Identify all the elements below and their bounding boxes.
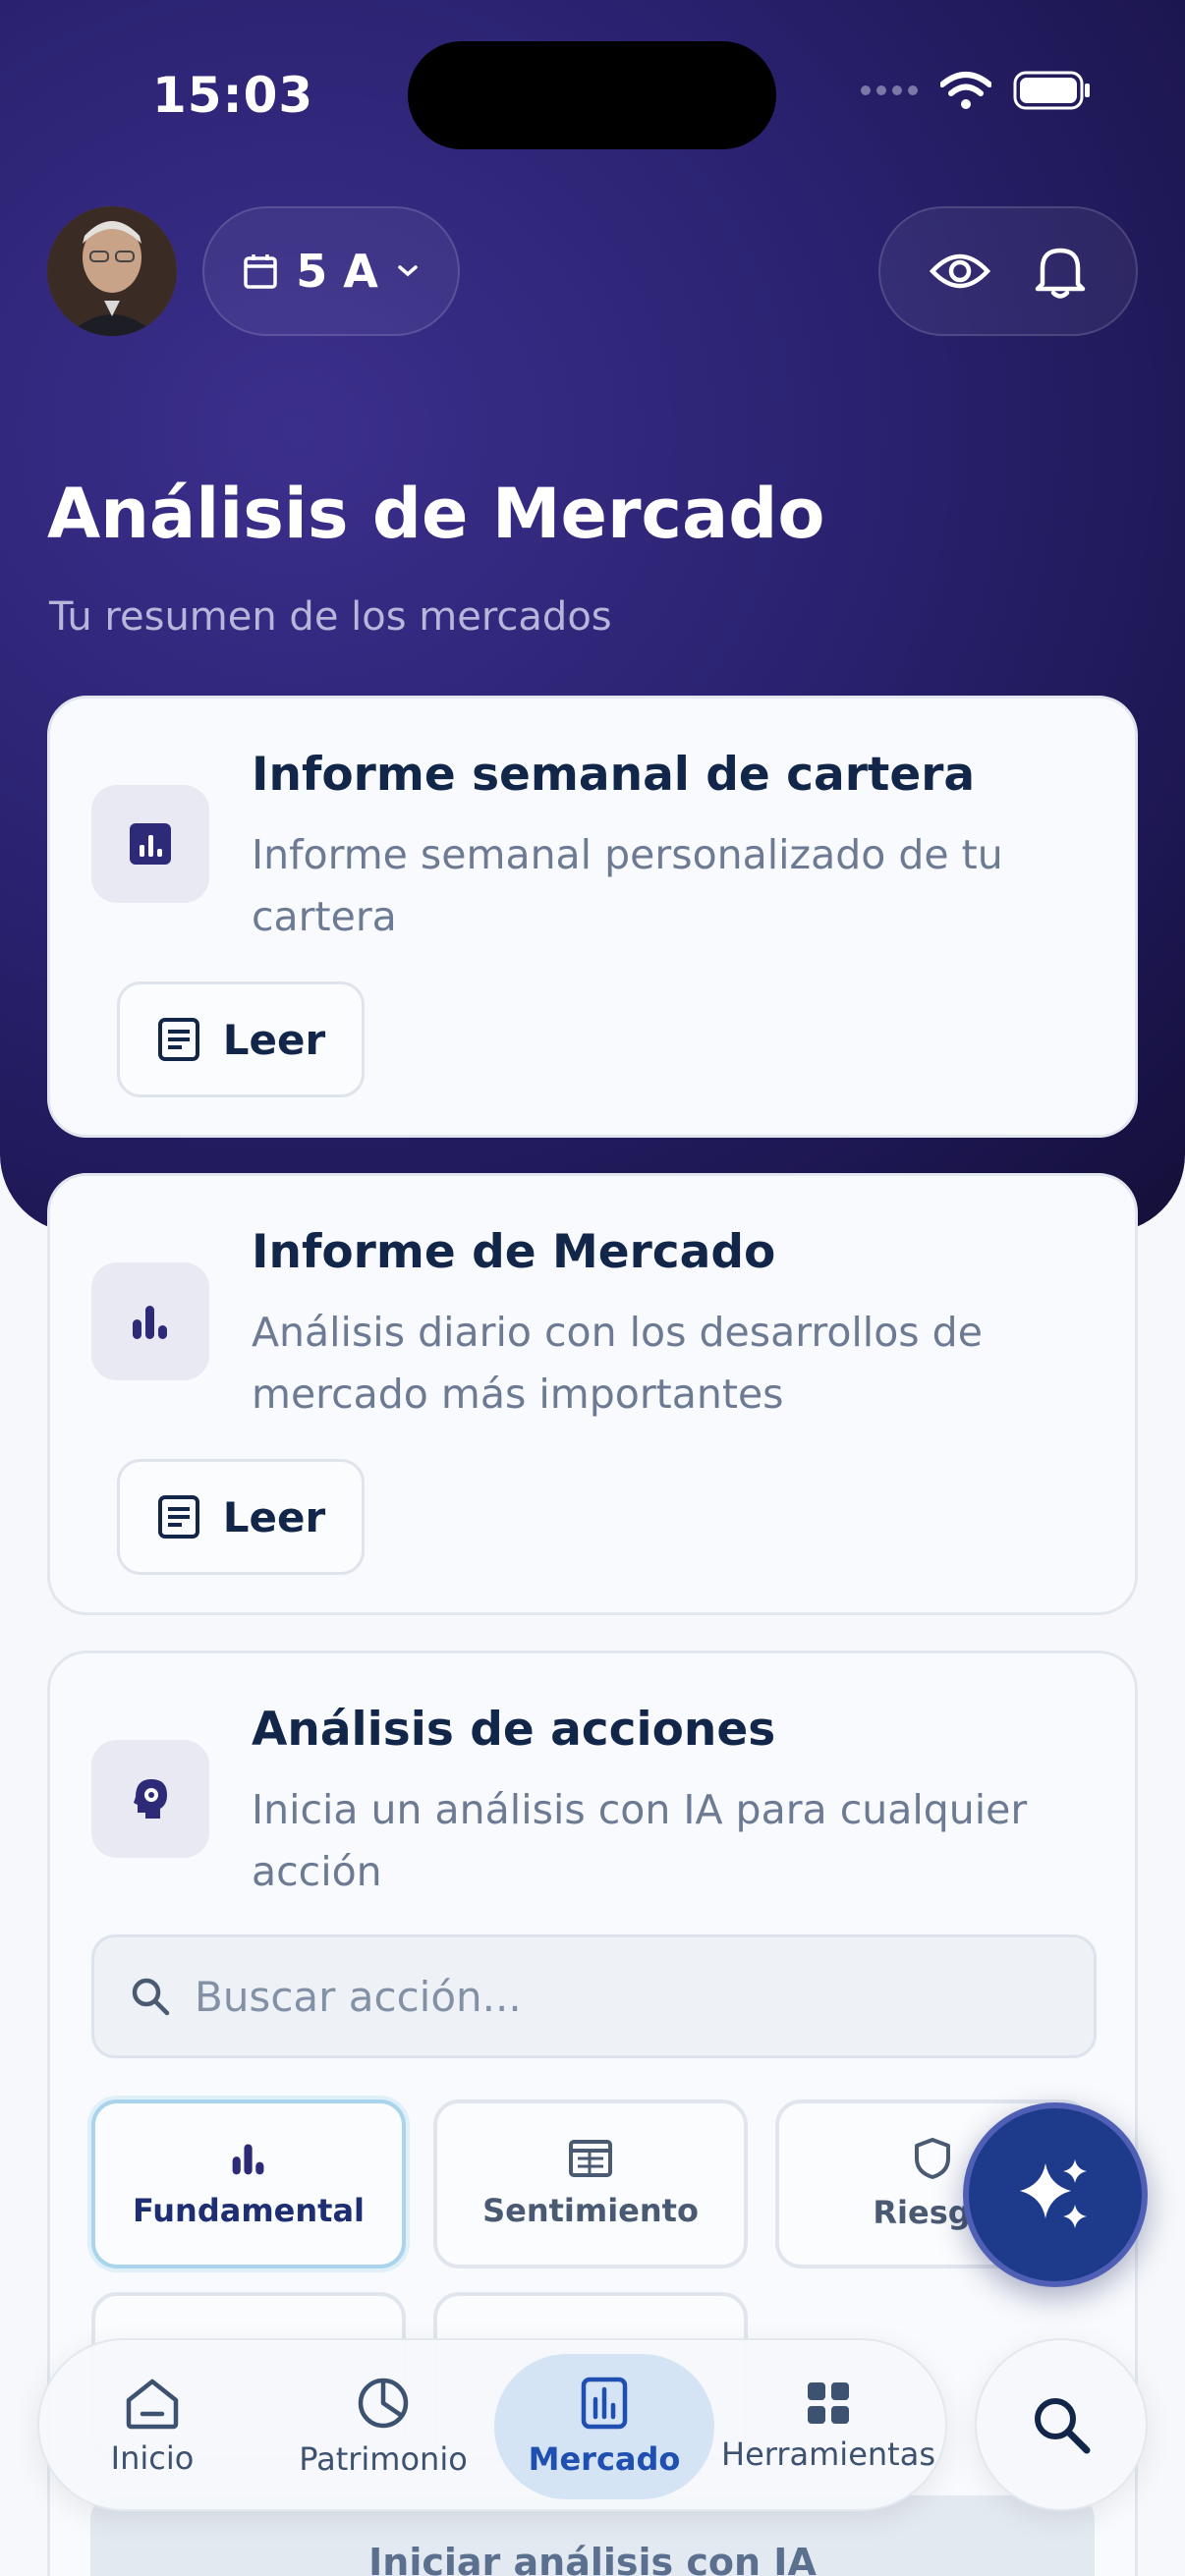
ai-assistant-button[interactable] — [963, 2102, 1148, 2287]
eye-icon[interactable] — [930, 250, 990, 293]
read-button-label: Leer — [222, 1492, 326, 1541]
bar-chart-icon — [91, 1262, 209, 1380]
search-icon — [132, 1978, 170, 2016]
card-title: Informe semanal de cartera — [252, 748, 976, 802]
analysis-type-sentimiento[interactable]: Sentimiento — [433, 2100, 748, 2268]
analysis-type-fundamental[interactable]: Fundamental — [91, 2100, 406, 2268]
document-icon — [157, 1018, 199, 1061]
wifi-icon — [940, 72, 991, 109]
status-icons — [860, 71, 1092, 110]
tab-label: Mercado — [528, 2440, 681, 2478]
period-label: 5 A — [296, 245, 378, 298]
tab-patrimonio[interactable]: Patrimonio — [285, 2354, 481, 2499]
pie-chart-icon — [358, 2378, 409, 2429]
tab-herramientas[interactable]: Herramientas — [717, 2354, 939, 2499]
ai-brain-icon — [91, 1740, 209, 1858]
period-selector[interactable]: 5 A — [202, 206, 460, 336]
tab-label: Herramientas — [721, 2436, 935, 2473]
newspaper-icon — [569, 2140, 612, 2177]
chevron-down-icon — [398, 265, 418, 277]
stock-search-input[interactable]: Buscar acción... — [91, 1934, 1097, 2058]
card-description: Informe semanal personalizado de tu cart… — [252, 831, 1003, 940]
top-bar: 5 A — [47, 206, 1138, 336]
read-button-label: Leer — [222, 1015, 326, 1064]
avatar[interactable] — [47, 206, 177, 336]
search-icon — [1035, 2398, 1091, 2454]
card-title: Informe de Mercado — [252, 1225, 776, 1279]
bar-chart-square-icon — [91, 785, 209, 903]
bar-chart-icon — [232, 2144, 264, 2175]
chip-label: Fundamental — [132, 2192, 365, 2229]
page-title: Análisis de Mercado — [47, 474, 825, 554]
tab-inicio[interactable]: Inicio — [69, 2354, 236, 2499]
grid-icon — [808, 2382, 849, 2424]
search-placeholder: Buscar acción... — [195, 1972, 522, 2021]
chip-label: Sentimiento — [482, 2192, 699, 2229]
status-time: 15:03 — [152, 67, 314, 124]
calendar-icon — [244, 254, 277, 289]
battery-icon — [1013, 71, 1090, 110]
dynamic-island — [408, 41, 776, 149]
home-icon — [126, 2379, 179, 2430]
bottom-tab-bar: Inicio Patrimonio Mercado Herramientas — [37, 2338, 947, 2511]
shield-icon — [915, 2138, 950, 2179]
read-button[interactable]: Leer — [117, 981, 365, 1097]
signal-icon — [861, 85, 918, 95]
status-bar: 15:03 — [0, 0, 1185, 187]
tab-mercado[interactable]: Mercado — [494, 2354, 714, 2499]
tab-label: Inicio — [110, 2439, 195, 2477]
card-description: Inicia un análisis con IA para cualquier… — [252, 1786, 1028, 1895]
header-actions — [878, 206, 1138, 336]
global-search-button[interactable] — [975, 2338, 1148, 2511]
bell-icon[interactable] — [1034, 243, 1087, 300]
tab-label: Patrimonio — [299, 2440, 468, 2478]
market-chart-icon — [581, 2377, 628, 2430]
cta-label: Iniciar análisis con IA — [368, 2541, 817, 2576]
card-title: Análisis de acciones — [252, 1703, 776, 1757]
card-description: Análisis diario con los desarrollos de m… — [252, 1309, 983, 1418]
weekly-report-card: Informe semanal de cartera Informe seman… — [47, 696, 1138, 1138]
page-subtitle: Tu resumen de los mercados — [49, 594, 612, 640]
sparkles-icon — [1020, 2159, 1087, 2228]
document-icon — [157, 1495, 199, 1539]
read-button[interactable]: Leer — [117, 1459, 365, 1575]
market-report-card: Informe de Mercado Análisis diario con l… — [47, 1173, 1138, 1615]
